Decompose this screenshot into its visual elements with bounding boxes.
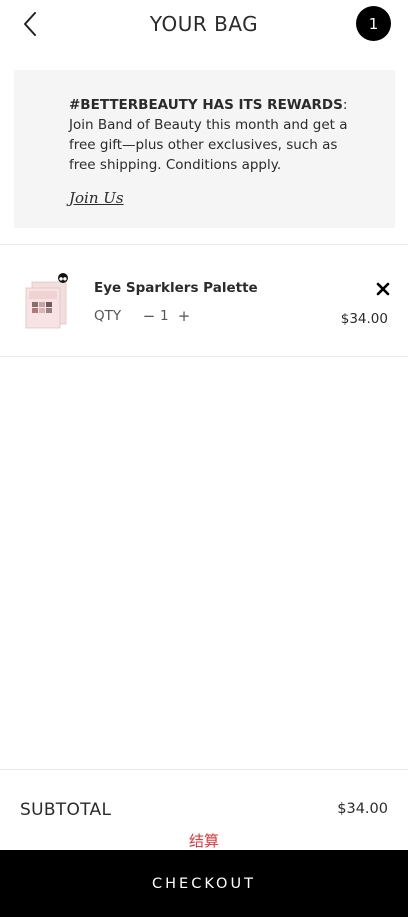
- join-us-link[interactable]: Join Us: [69, 189, 124, 207]
- item-price: $34.00: [340, 311, 388, 327]
- bag-count-badge[interactable]: 1: [356, 6, 391, 41]
- checkout-button[interactable]: CHECKOUT: [0, 850, 408, 917]
- rewards-banner: #BETTERBEAUTY HAS ITS REWARDS: Join Band…: [14, 70, 395, 228]
- close-icon: [376, 282, 390, 296]
- rewards-text: #BETTERBEAUTY HAS ITS REWARDS: Join Band…: [69, 95, 354, 175]
- qty-decrease-button[interactable]: −: [142, 306, 156, 326]
- header: YOUR BAG 1: [0, 0, 408, 48]
- product-image: ●●: [25, 273, 68, 329]
- page-title: YOUR BAG: [149, 12, 259, 36]
- qty-increase-button[interactable]: +: [177, 306, 191, 326]
- remove-item-button[interactable]: [374, 280, 392, 298]
- svg-text:●●: ●●: [59, 277, 67, 282]
- qty-label: QTY: [94, 308, 122, 324]
- divider: [0, 244, 408, 245]
- subtotal-value: $34.00: [337, 801, 388, 817]
- product-name[interactable]: Eye Sparklers Palette: [94, 280, 258, 296]
- qty-value: 1: [160, 308, 169, 324]
- checkout-annotation: 结算: [188, 832, 219, 850]
- subtotal-label: SUBTOTAL: [20, 800, 112, 820]
- minus-icon: −: [142, 307, 156, 325]
- plus-icon: +: [177, 307, 191, 325]
- divider: [0, 769, 408, 770]
- rewards-heading: #BETTERBEAUTY HAS ITS REWARDS: [69, 97, 343, 113]
- divider: [0, 356, 408, 357]
